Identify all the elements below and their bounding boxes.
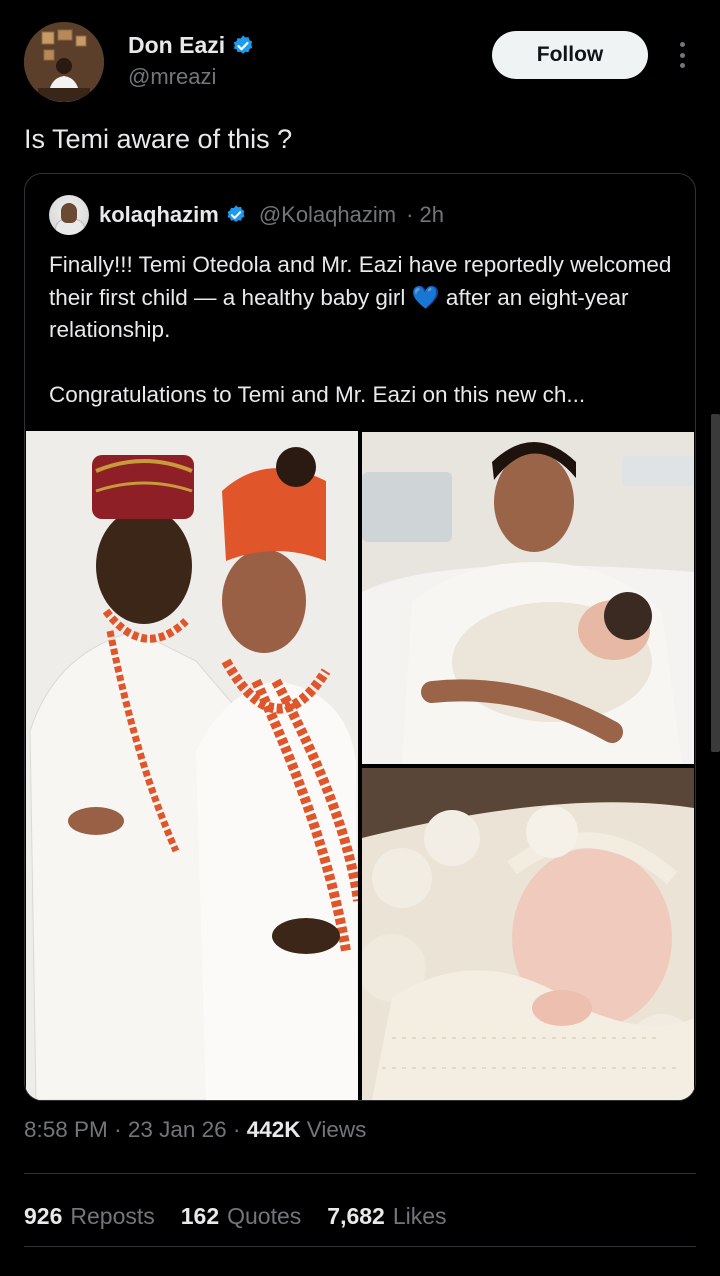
follow-button[interactable]: Follow xyxy=(492,31,648,79)
newborn-image xyxy=(362,768,694,1100)
likes-count: 7,682 xyxy=(327,1203,385,1229)
views-count: 442K xyxy=(246,1117,301,1142)
more-options-icon[interactable] xyxy=(670,40,694,70)
reposts-label: Reposts xyxy=(70,1203,155,1229)
tweet-text: Is Temi aware of this ? xyxy=(24,124,293,154)
likes-stat[interactable]: 7,682 Likes xyxy=(327,1203,446,1230)
quoted-paragraph: Congratulations to Temi and Mr. Eazi on … xyxy=(49,381,586,407)
quotes-stat[interactable]: 162 Quotes xyxy=(181,1203,302,1230)
avatar-photo xyxy=(24,22,104,102)
photo-couple[interactable] xyxy=(26,431,358,1100)
quoted-tweet[interactable]: kolaqhazim @Kolaqhazim · 2h Finally!!! T… xyxy=(24,173,696,1101)
quoted-display-name: kolaqhazim xyxy=(99,202,219,227)
author-handle[interactable]: @mreazi xyxy=(128,64,216,90)
photo-mother-newborn[interactable] xyxy=(362,432,694,764)
quoted-paragraph: Finally!!! Temi Otedola and Mr. Eazi hav… xyxy=(49,252,672,342)
divider xyxy=(24,1173,696,1174)
reposts-count: 926 xyxy=(24,1203,63,1229)
photo-sleeping-newborn[interactable] xyxy=(362,768,694,1100)
divider xyxy=(24,1246,696,1247)
tweet-meta: 8:58 PM · 23 Jan 26 · 442K Views xyxy=(24,1117,366,1143)
tweet-header: Don Eazi @mreazi Follow xyxy=(24,22,696,106)
couple-image xyxy=(26,431,358,1100)
views-label: Views xyxy=(306,1117,367,1142)
quoted-time: · 2h xyxy=(406,202,445,227)
tweet-time[interactable]: 8:58 PM xyxy=(24,1117,108,1142)
meta-separator: · xyxy=(114,1117,122,1142)
scrollbar[interactable] xyxy=(711,414,720,752)
author-avatar[interactable] xyxy=(24,22,104,102)
media-grid xyxy=(25,431,695,1100)
quoted-handle: @Kolaqhazim xyxy=(258,202,397,227)
meta-separator: · xyxy=(232,1117,241,1142)
quotes-label: Quotes xyxy=(227,1203,302,1229)
mother-image xyxy=(362,432,694,764)
quoted-avatar[interactable] xyxy=(49,195,89,235)
likes-label: Likes xyxy=(392,1203,447,1229)
reposts-stat[interactable]: 926 Reposts xyxy=(24,1203,155,1230)
quotes-count: 162 xyxy=(180,1203,220,1229)
tweet-date[interactable]: 23 Jan 26 xyxy=(128,1117,227,1142)
author-display-name[interactable]: Don Eazi xyxy=(128,32,225,59)
engagement-stats: 926 Reposts 162 Quotes 7,682 Likes xyxy=(24,1203,447,1230)
verified-badge-icon xyxy=(233,35,253,54)
verified-badge-icon xyxy=(227,205,245,223)
quoted-text: Finally!!! Temi Otedola and Mr. Eazi hav… xyxy=(49,249,679,411)
